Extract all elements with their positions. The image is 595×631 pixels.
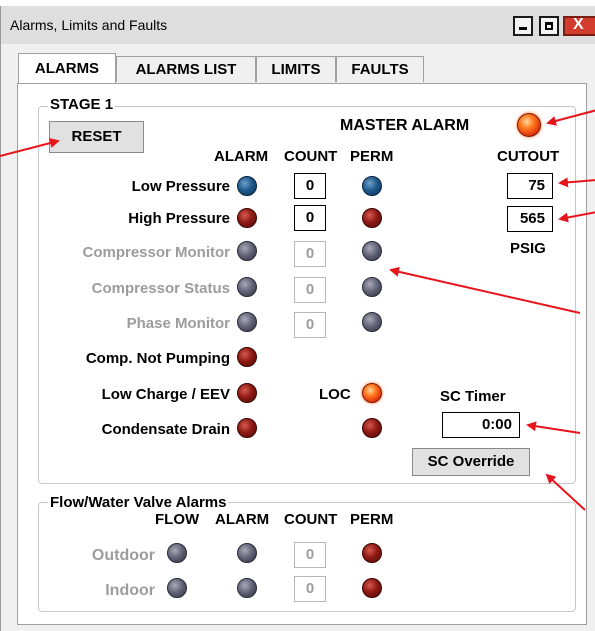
phase-monitor-perm-led: [362, 312, 382, 332]
reset-button[interactable]: RESET: [49, 121, 144, 153]
psig-unit-label: PSIG: [510, 240, 546, 257]
minimize-button[interactable]: [513, 16, 533, 36]
outdoor-label: Outdoor: [91, 547, 155, 564]
low-charge-eev-alarm-led: [237, 383, 257, 403]
loc-indicator: [362, 383, 382, 403]
compressor-monitor-perm-led: [362, 241, 382, 261]
indoor-count: 0: [294, 576, 326, 602]
master-alarm-label: MASTER ALARM: [340, 117, 470, 134]
cutout-header: CUTOUT: [497, 148, 560, 165]
master-alarm-indicator: [517, 113, 541, 137]
high-pressure-perm-led: [362, 208, 382, 228]
compressor-monitor-label: Compressor Monitor: [82, 244, 230, 261]
indoor-label: Indoor: [105, 582, 155, 599]
stage-1-title: STAGE 1: [48, 96, 116, 113]
outdoor-flow-led: [167, 543, 187, 563]
alarm-column-header: ALARM: [214, 148, 269, 165]
high-pressure-count: 0: [294, 205, 326, 231]
flow-water-valve-title: Flow/Water Valve Alarms: [48, 494, 229, 511]
condensate-drain-alarm-led: [237, 418, 257, 438]
close-icon: X: [573, 16, 584, 33]
minimize-icon: [519, 27, 527, 30]
flow-column-header: FLOW: [155, 511, 200, 528]
compressor-status-alarm-led: [237, 277, 257, 297]
compressor-status-label: Compressor Status: [91, 280, 230, 297]
high-pressure-label: High Pressure: [128, 210, 230, 227]
compressor-status-perm-led: [362, 277, 382, 297]
compressor-monitor-count: 0: [294, 241, 326, 267]
outdoor-perm-led: [362, 543, 382, 563]
indoor-perm-led: [362, 578, 382, 598]
indoor-alarm-led: [237, 578, 257, 598]
phase-monitor-label: Phase Monitor: [126, 315, 230, 332]
low-charge-eev-label: Low Charge / EEV: [101, 386, 230, 403]
loc-label: LOC: [319, 386, 351, 403]
low-pressure-cutout-input[interactable]: 75: [507, 173, 553, 199]
low-pressure-label: Low Pressure: [131, 178, 230, 195]
phase-monitor-alarm-led: [237, 312, 257, 332]
outdoor-count: 0: [294, 542, 326, 568]
low-pressure-perm-led: [362, 176, 382, 196]
tab-limits[interactable]: LIMITS: [256, 56, 336, 82]
indoor-flow-led: [167, 578, 187, 598]
maximize-button[interactable]: [539, 16, 559, 36]
sc-timer-value: 0:00: [442, 412, 520, 438]
window-title: Alarms, Limits and Faults: [10, 17, 168, 33]
high-pressure-cutout-input[interactable]: 565: [507, 206, 553, 232]
outdoor-alarm-led: [237, 543, 257, 563]
comp-not-pumping-alarm-led: [237, 347, 257, 367]
tab-faults[interactable]: FAULTS: [336, 56, 424, 82]
sc-override-button[interactable]: SC Override: [412, 448, 530, 476]
tab-alarms[interactable]: ALARMS: [18, 53, 116, 83]
flow-alarm-column-header: ALARM: [215, 511, 270, 528]
phase-monitor-count: 0: [294, 312, 326, 338]
perm-column-header: PERM: [350, 148, 394, 165]
condensate-drain-label: Condensate Drain: [101, 421, 230, 438]
flow-count-column-header: COUNT: [284, 511, 338, 528]
low-pressure-alarm-led: [237, 176, 257, 196]
maximize-icon: [545, 22, 553, 30]
compressor-monitor-alarm-led: [237, 241, 257, 261]
title-bar[interactable]: Alarms, Limits and Faults X: [1, 6, 595, 44]
compressor-status-count: 0: [294, 277, 326, 303]
comp-not-pumping-label: Comp. Not Pumping: [85, 350, 230, 367]
condensate-drain-perm-led: [362, 418, 382, 438]
close-button[interactable]: X: [563, 16, 595, 36]
flow-perm-column-header: PERM: [350, 511, 394, 528]
count-column-header: COUNT: [284, 148, 338, 165]
low-pressure-count: 0: [294, 173, 326, 199]
high-pressure-alarm-led: [237, 208, 257, 228]
tab-alarms-list[interactable]: ALARMS LIST: [116, 56, 256, 82]
sc-timer-label: SC Timer: [440, 388, 506, 405]
